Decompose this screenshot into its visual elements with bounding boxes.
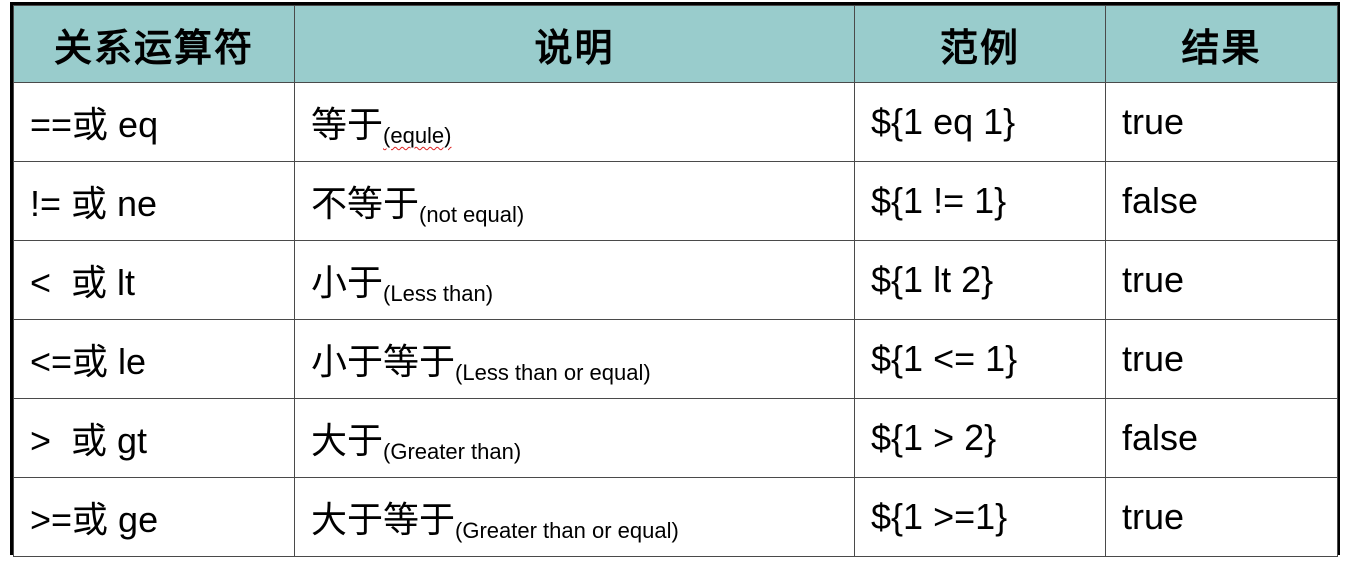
description-chinese: 大于 bbox=[311, 421, 384, 462]
description-english: (Greater than) bbox=[383, 439, 522, 464]
result-cell: false bbox=[1105, 161, 1338, 241]
header-row: 关系运算符 说明 范例 结果 bbox=[13, 5, 1338, 83]
operators-table-frame: 关系运算符 说明 范例 结果 ==或 eq 等于(equle) ${1 eq 1… bbox=[10, 2, 1340, 557]
result-cell: false bbox=[1105, 398, 1338, 478]
header-description: 说明 bbox=[294, 5, 855, 83]
example-cell: ${1 <= 1} bbox=[854, 319, 1106, 399]
result-cell: true bbox=[1105, 240, 1338, 320]
result-cell: true bbox=[1105, 477, 1338, 557]
header-operator: 关系运算符 bbox=[13, 5, 295, 83]
description-chinese: 小于等于 bbox=[311, 342, 456, 383]
table-row: < 或 lt 小于(Less than) ${1 lt 2} true bbox=[13, 240, 1338, 320]
table-row: != 或 ne 不等于(not equal) ${1 != 1} false bbox=[13, 161, 1338, 241]
operator-cell: <=或 le bbox=[13, 319, 295, 399]
table-row: <=或 le 小于等于(Less than or equal) ${1 <= 1… bbox=[13, 319, 1338, 399]
example-cell: ${1 lt 2} bbox=[854, 240, 1106, 320]
operator-cell: >=或 ge bbox=[13, 477, 295, 557]
description-cell: 大于等于(Greater than or equal) bbox=[294, 477, 855, 557]
result-cell: true bbox=[1105, 82, 1338, 162]
header-result: 结果 bbox=[1105, 5, 1338, 83]
description-chinese: 不等于 bbox=[311, 184, 420, 225]
description-cell: 等于(equle) bbox=[294, 82, 855, 162]
header-example: 范例 bbox=[854, 5, 1106, 83]
table-row: > 或 gt 大于(Greater than) ${1 > 2} false bbox=[13, 398, 1338, 478]
example-cell: ${1 eq 1} bbox=[854, 82, 1106, 162]
description-cell: 小于(Less than) bbox=[294, 240, 855, 320]
description-cell: 小于等于(Less than or equal) bbox=[294, 319, 855, 399]
description-english: (Less than or equal) bbox=[455, 360, 651, 385]
description-chinese: 等于 bbox=[311, 105, 384, 146]
example-cell: ${1 != 1} bbox=[854, 161, 1106, 241]
relational-operators-table: 关系运算符 说明 范例 结果 ==或 eq 等于(equle) ${1 eq 1… bbox=[13, 5, 1338, 557]
description-english: (equle) bbox=[383, 123, 452, 148]
example-cell: ${1 >=1} bbox=[854, 477, 1106, 557]
description-english: (not equal) bbox=[419, 202, 525, 227]
operator-cell: ==或 eq bbox=[13, 82, 295, 162]
operator-cell: < 或 lt bbox=[13, 240, 295, 320]
table-row: ==或 eq 等于(equle) ${1 eq 1} true bbox=[13, 82, 1338, 162]
description-cell: 不等于(not equal) bbox=[294, 161, 855, 241]
description-chinese: 小于 bbox=[311, 263, 384, 304]
example-cell: ${1 > 2} bbox=[854, 398, 1106, 478]
result-cell: true bbox=[1105, 319, 1338, 399]
operator-cell: > 或 gt bbox=[13, 398, 295, 478]
table-row: >=或 ge 大于等于(Greater than or equal) ${1 >… bbox=[13, 477, 1338, 557]
description-english: (Less than) bbox=[383, 281, 494, 306]
description-english: (Greater than or equal) bbox=[455, 518, 679, 543]
description-chinese: 大于等于 bbox=[311, 500, 456, 541]
description-cell: 大于(Greater than) bbox=[294, 398, 855, 478]
operator-cell: != 或 ne bbox=[13, 161, 295, 241]
